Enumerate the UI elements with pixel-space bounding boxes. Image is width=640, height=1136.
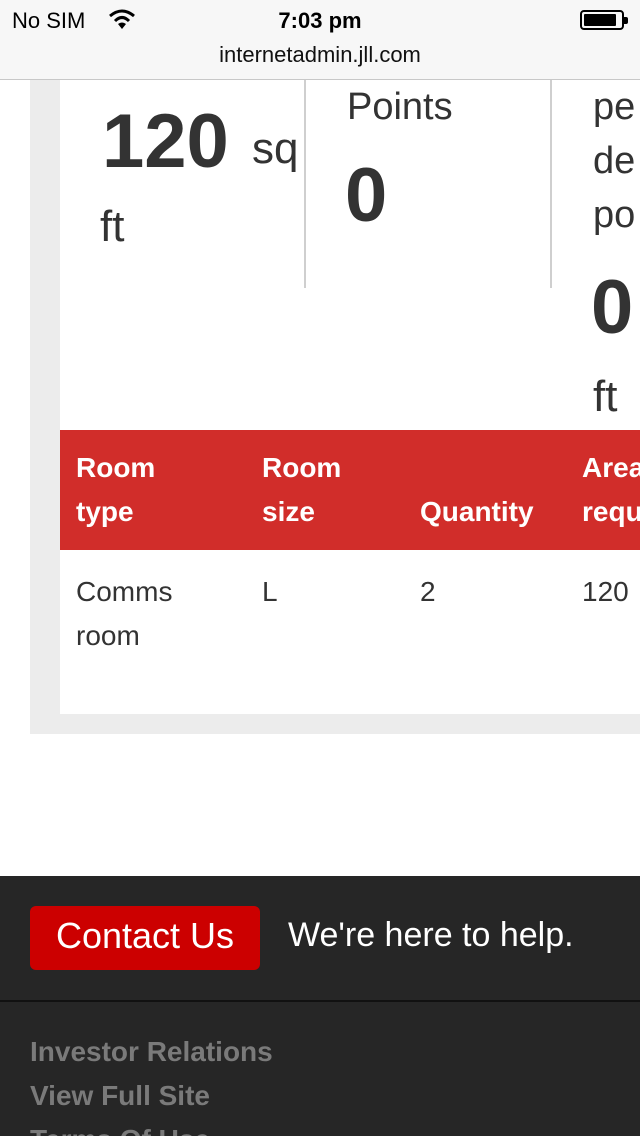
help-text: We're here to help. xyxy=(288,916,574,954)
cell-room-size: L xyxy=(262,576,278,607)
investor-relations-link[interactable]: Investor Relations xyxy=(30,1036,273,1068)
column-divider xyxy=(304,80,306,288)
table-header: Room type Room size Quantity Area requ xyxy=(60,430,640,550)
points-label: Points xyxy=(347,86,453,128)
th-quantity[interactable]: Quantity xyxy=(420,490,534,534)
th-room-type-line1[interactable]: Room xyxy=(76,446,155,490)
points-value: 0 xyxy=(345,153,388,238)
area-unit: sq xyxy=(252,124,299,173)
col3-unit: ft xyxy=(593,372,618,421)
area-unit-cont: ft xyxy=(100,202,125,251)
footer-divider xyxy=(0,1000,640,1002)
terms-of-use-link[interactable]: Terms Of Use xyxy=(30,1124,210,1136)
cell-area: 120 xyxy=(582,576,629,607)
view-full-site-link[interactable]: View Full Site xyxy=(30,1080,210,1112)
th-room-size-line1[interactable]: Room xyxy=(262,446,341,490)
battery-icon xyxy=(580,10,628,30)
cell-room-type-line2: room xyxy=(76,620,140,651)
address-bar-url[interactable]: internetadmin.jll.com xyxy=(0,42,640,68)
contact-us-button[interactable]: Contact Us xyxy=(30,906,260,970)
clock: 7:03 pm xyxy=(278,8,362,33)
th-room-size-line2[interactable]: size xyxy=(262,490,315,534)
column-divider xyxy=(550,80,552,288)
th-area-line1[interactable]: Area xyxy=(582,446,640,490)
col3-label-line2: de xyxy=(593,140,636,182)
col3-value: 0 xyxy=(591,265,634,350)
status-bar: No SIM 7:03 pm internetadmin.jll.com xyxy=(0,0,640,80)
area-value: 120 xyxy=(102,99,229,184)
cell-quantity: 2 xyxy=(420,576,436,607)
col3-label-line1: pe xyxy=(593,86,636,128)
th-room-type-line2[interactable]: type xyxy=(76,490,134,534)
results-card: 120 sq ft Points 0 pe de po 0 ft Room ty… xyxy=(60,80,640,714)
cell-room-type-line1: Comms xyxy=(76,576,173,607)
th-area-line2[interactable]: requ xyxy=(582,490,640,534)
col3-label-line3: po xyxy=(593,194,636,236)
site-footer: Contact Us We're here to help. Investor … xyxy=(0,876,640,1136)
